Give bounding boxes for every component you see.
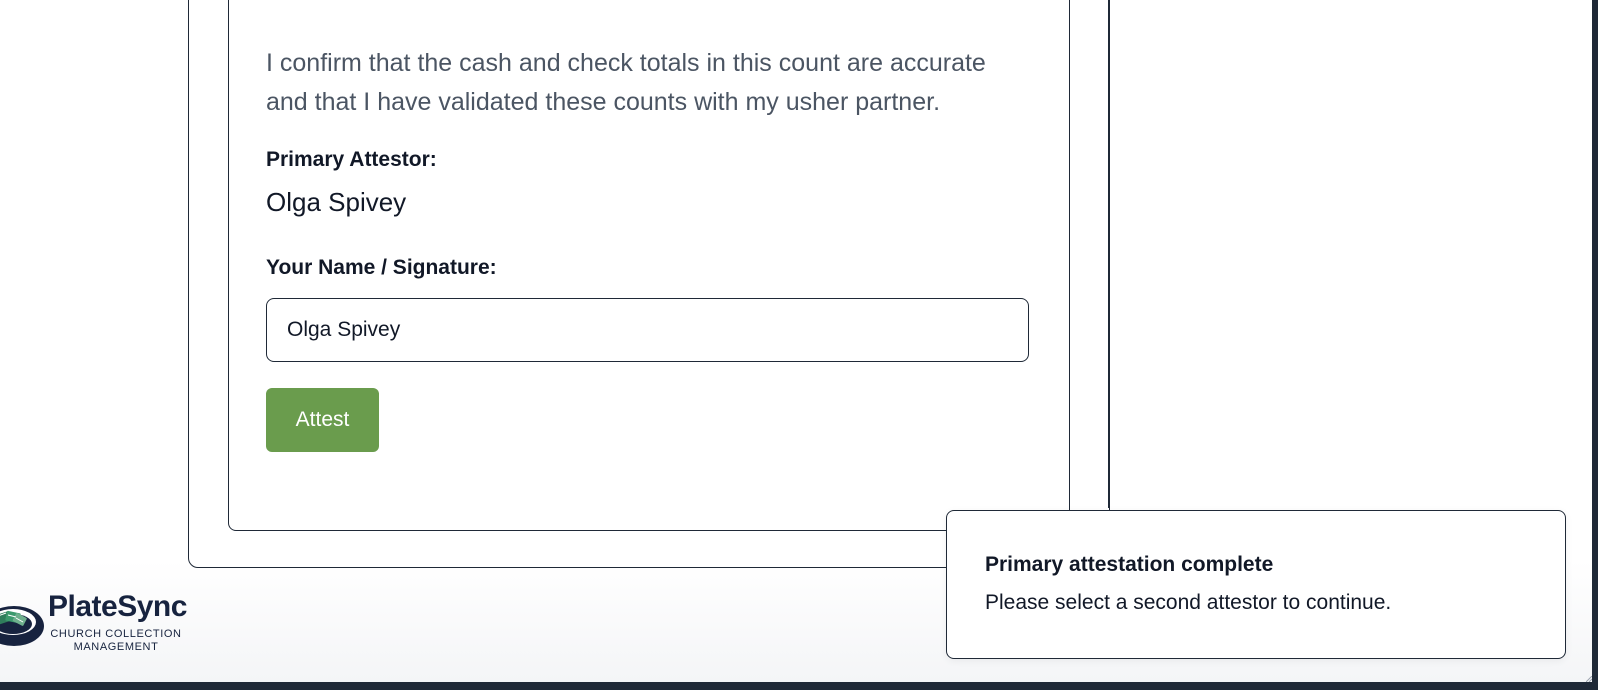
panel-divider (1108, 0, 1109, 508)
brand-tagline: CHURCH COLLECTION MANAGEMENT (50, 628, 182, 653)
primary-attestor-name: Olga Spivey (266, 187, 407, 217)
platesync-logo: PlateSync CHURCH COLLECTION MANAGEMENT (0, 590, 200, 654)
money-plate-icon (0, 606, 44, 646)
toast-notification[interactable]: Primary attestation complete Please sele… (946, 510, 1566, 659)
signature-input[interactable] (266, 298, 1029, 362)
primary-attestor-label: Primary Attestor: (266, 148, 437, 171)
attestation-confirmation-text: I confirm that the cash and check totals… (266, 49, 986, 116)
toast-message: Please select a second attestor to conti… (985, 591, 1392, 614)
toast-title: Primary attestation complete (985, 553, 1274, 576)
attest-button[interactable]: Attest (266, 388, 379, 452)
signature-label: Your Name / Signature: (266, 256, 497, 279)
brand-name: PlateSync (48, 590, 187, 623)
window-bottom-edge (0, 682, 1598, 690)
window-edge (1592, 0, 1598, 690)
